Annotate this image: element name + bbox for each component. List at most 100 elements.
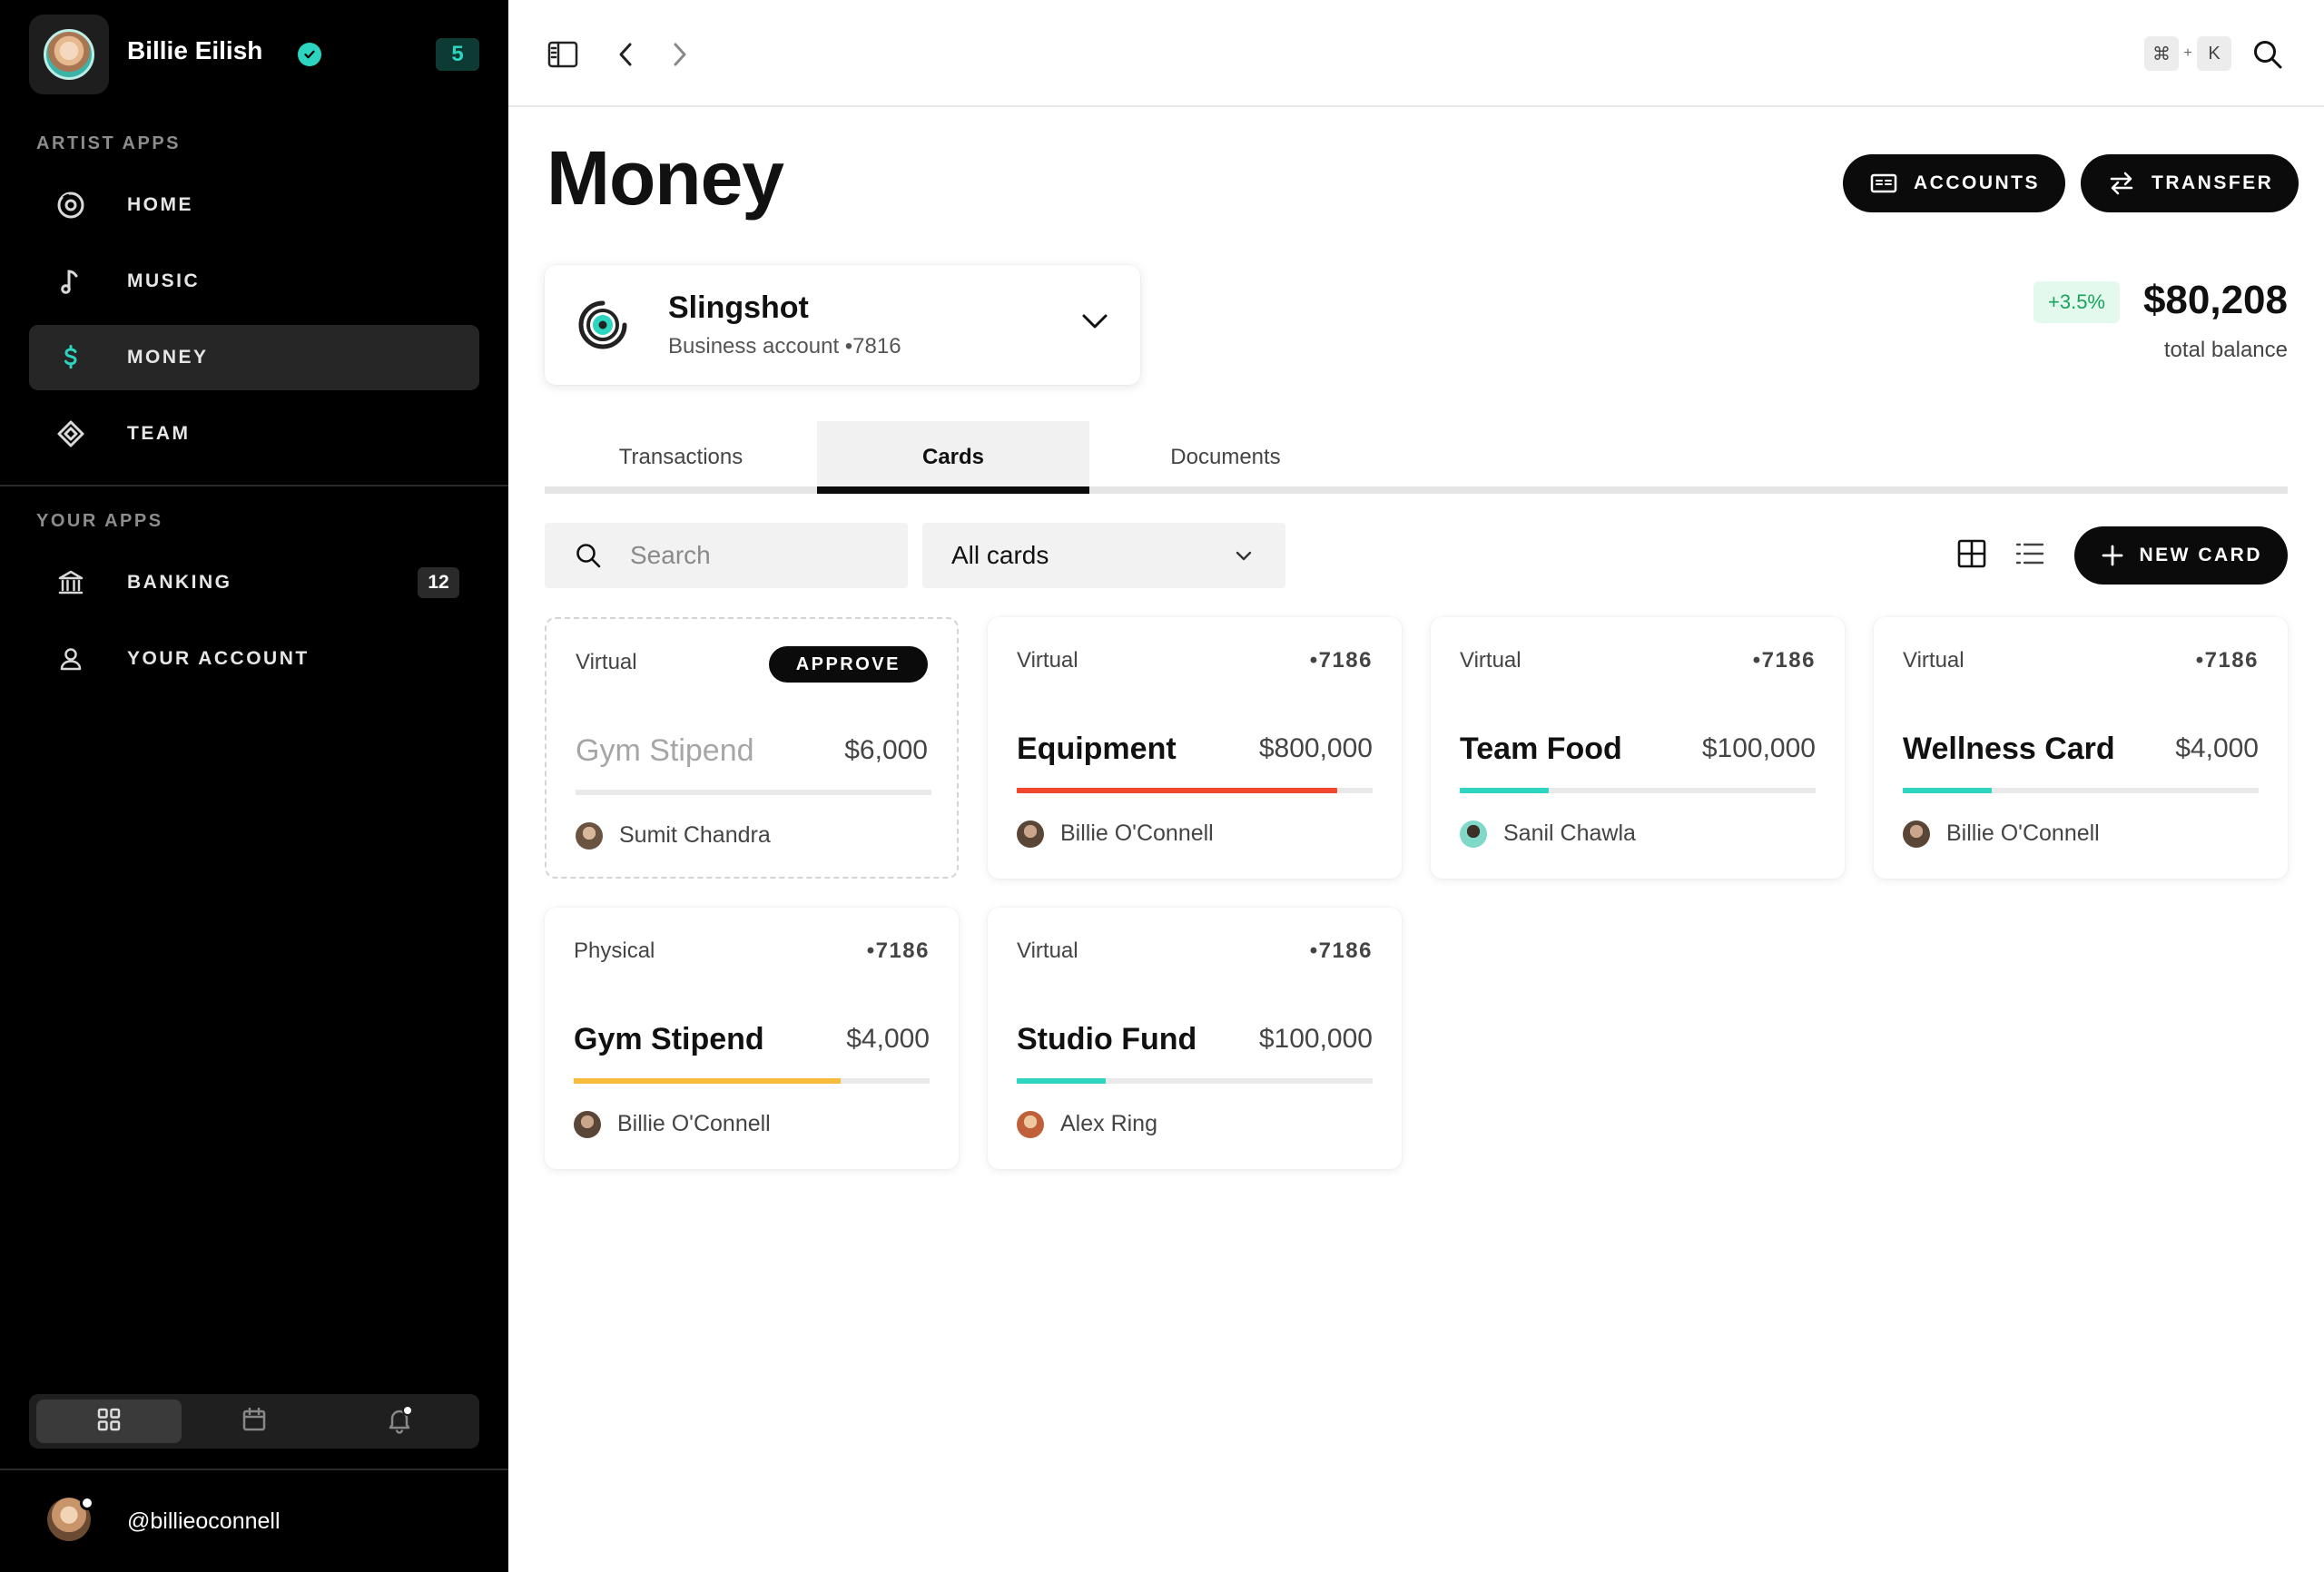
tab-documents[interactable]: Documents (1089, 421, 1362, 494)
card-type: Virtual (1017, 648, 1078, 673)
approve-button[interactable]: APPROVE (768, 646, 928, 683)
chevron-down-icon (1078, 305, 1111, 338)
plus-icon (2100, 543, 2125, 568)
card-tile[interactable]: Virtual •7186 Wellness Card $4,000 Billi… (1874, 617, 2288, 879)
avatar (1017, 1111, 1044, 1138)
list-view-icon (2014, 538, 2045, 574)
command-key: ⌘ (2144, 36, 2179, 71)
spend-progress-bar (1017, 1078, 1373, 1084)
sidebar-item-label: BANKING (127, 572, 232, 593)
avatar (1903, 820, 1930, 848)
transfer-button[interactable]: TRANSFER (2081, 154, 2299, 212)
artist-profile[interactable]: Billie Eilish 5 (29, 15, 479, 94)
card-tile[interactable]: Virtual •7186 Equipment $800,000 Billie … (988, 617, 1402, 879)
card-last4: •7186 (1309, 938, 1373, 963)
sidebar-item-money[interactable]: MONEY (29, 325, 479, 390)
sidebar-item-label: YOUR ACCOUNT (127, 648, 310, 669)
card-limit: $4,000 (846, 1024, 930, 1054)
command-k-shortcut[interactable]: ⌘ + K (2144, 36, 2231, 71)
list-view-toggle[interactable] (2012, 537, 2048, 574)
id-card-icon (1868, 171, 1899, 196)
card-last4: •7186 (1752, 648, 1816, 673)
grid-icon (95, 1406, 123, 1438)
sidebar-item-banking[interactable]: BANKING 12 (29, 550, 479, 615)
account-name: Slingshot (668, 290, 809, 325)
spend-progress-fill (1903, 788, 1992, 793)
avatar (1017, 820, 1044, 848)
calendar-icon (241, 1406, 268, 1438)
card-tile[interactable]: Virtual •7186 Team Food $100,000 Sanil C… (1431, 617, 1845, 879)
card-limit: $100,000 (1701, 733, 1816, 763)
balance-change-badge: +3.5% (2034, 281, 2120, 323)
sidebar: Billie Eilish 5 ARTIST APPS HOME MUSIC M… (0, 0, 508, 1572)
card-tile[interactable]: Virtual APPROVE Gym Stipend $6,000 Sumit… (545, 617, 959, 879)
back-arrow-icon[interactable] (608, 36, 645, 73)
transfer-arrows-icon (2106, 171, 2137, 196)
card-limit: $100,000 (1258, 1024, 1373, 1054)
calendar-tab[interactable] (182, 1400, 327, 1443)
card-limit: $6,000 (844, 735, 928, 765)
forward-arrow-icon[interactable] (661, 36, 697, 73)
sidebar-item-team[interactable]: TEAM (29, 401, 479, 467)
app-root: Billie Eilish 5 ARTIST APPS HOME MUSIC M… (0, 0, 2324, 1572)
card-name: Wellness Card (1903, 732, 2115, 766)
card-filter-select[interactable]: All cards (922, 523, 1285, 588)
grid-view-icon (1956, 538, 1987, 574)
new-card-button[interactable]: NEW CARD (2073, 526, 2288, 585)
card-tile[interactable]: Physical •7186 Gym Stipend $4,000 Billie… (545, 908, 959, 1169)
sidebar-item-home[interactable]: HOME (29, 172, 479, 238)
card-name: Studio Fund (1017, 1022, 1197, 1056)
card-tile[interactable]: Virtual •7186 Studio Fund $100,000 Alex … (988, 908, 1402, 1169)
card-limit: $4,000 (2175, 733, 2259, 763)
sidebar-item-label: MONEY (127, 347, 209, 368)
card-name: Gym Stipend (574, 1022, 764, 1056)
search-input[interactable] (630, 523, 893, 588)
k-key: K (2197, 36, 2231, 71)
spend-progress-bar (576, 790, 931, 795)
card-last4: •7186 (2195, 648, 2259, 673)
money-tabs: Transactions Cards Documents (545, 421, 2288, 494)
dashboard-tab[interactable] (36, 1400, 182, 1443)
bell-icon (385, 1404, 414, 1439)
sidebar-item-your-account[interactable]: YOUR ACCOUNT (29, 626, 479, 692)
spend-progress-bar (1903, 788, 2259, 793)
artist-avatar (29, 15, 109, 94)
tab-transactions[interactable]: Transactions (545, 421, 817, 494)
avatar (576, 822, 603, 850)
grid-view-toggle[interactable] (1954, 537, 1990, 574)
search-icon[interactable] (2250, 36, 2286, 73)
card-holder: Sanil Chawla (1503, 820, 1636, 846)
account-selector[interactable]: Slingshot Business account •7816 (545, 265, 1140, 385)
avatar (1460, 820, 1487, 848)
shortcut-plus: + (2183, 45, 2192, 61)
current-user[interactable]: @billieoconnell (0, 1470, 508, 1572)
user-handle: @billieoconnell (127, 1508, 281, 1534)
verified-check-icon (298, 43, 321, 66)
sidebar-divider (0, 485, 508, 486)
chevron-down-icon (1229, 541, 1258, 570)
card-type: Virtual (576, 650, 637, 674)
account-subtitle: Business account •7816 (668, 334, 901, 359)
card-holder: Billie O'Connell (1060, 820, 1214, 846)
total-balance-value: $80,208 (2142, 278, 2288, 322)
toggle-sidebar-icon[interactable] (545, 36, 581, 73)
card-holder: Sumit Chandra (619, 822, 771, 848)
avatar (574, 1111, 601, 1138)
page-title: Money (547, 135, 784, 221)
spend-progress-fill (1460, 788, 1549, 793)
card-filter-value: All cards (951, 541, 1049, 569)
tab-cards[interactable]: Cards (817, 421, 1089, 494)
card-limit: $800,000 (1258, 733, 1373, 763)
search-icon (572, 539, 605, 572)
card-last4: •7186 (1309, 648, 1373, 673)
accounts-button[interactable]: ACCOUNTS (1843, 154, 2065, 212)
spend-progress-bar (1017, 788, 1373, 793)
spend-progress-fill (1017, 788, 1337, 793)
sidebar-item-music[interactable]: MUSIC (29, 249, 479, 314)
diamond-icon (54, 418, 87, 450)
transfer-label: TRANSFER (2152, 172, 2274, 193)
user-icon (54, 643, 87, 675)
card-last4: •7186 (866, 938, 930, 963)
notification-count-badge: 5 (436, 38, 479, 71)
notifications-tab[interactable] (327, 1400, 472, 1443)
